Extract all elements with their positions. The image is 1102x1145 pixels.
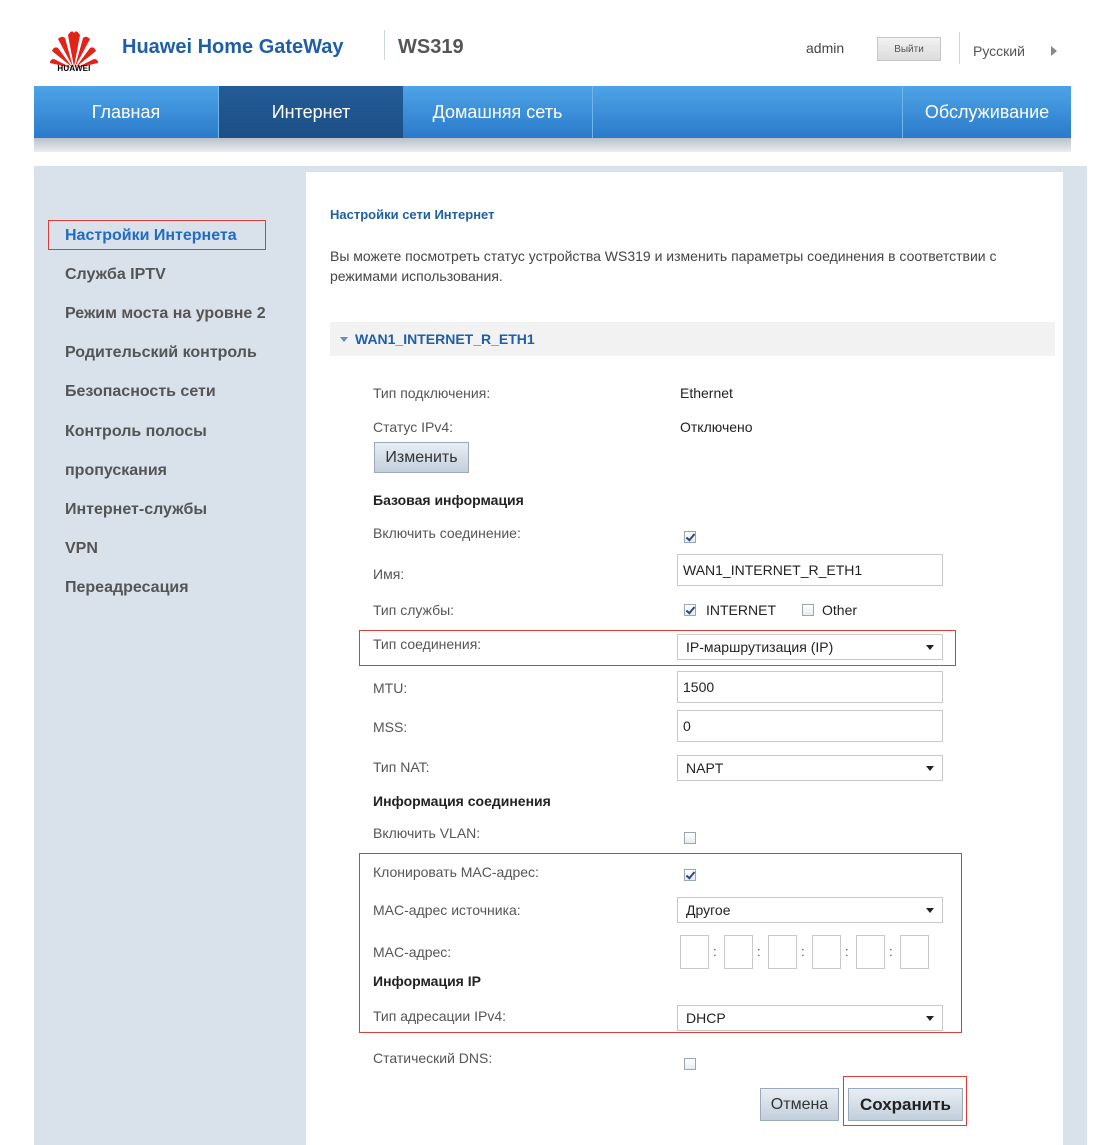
mac-address-label: MAC-адрес:	[373, 944, 452, 960]
mtu-label: MTU:	[373, 680, 408, 696]
static-dns-label: Статический DNS:	[373, 1050, 493, 1066]
mac-octet-input[interactable]	[856, 935, 885, 969]
nat-type-value: NAPT	[686, 760, 724, 776]
mac-separator: :	[713, 944, 717, 959]
sidebar-item-internet-services[interactable]: Интернет-службы	[65, 501, 207, 519]
sidebar-item-network-security[interactable]: Безопасность сети	[65, 383, 216, 401]
page-title: Настройки сети Интернет	[330, 207, 495, 222]
clone-mac-label: Клонировать MAC-адрес:	[373, 864, 539, 880]
nav-tab-home-network[interactable]: Домашняя сеть	[403, 86, 593, 138]
mac-separator: :	[801, 944, 805, 959]
logo-wordmark: HUAWEI	[57, 64, 91, 73]
language-selector[interactable]: Русский	[973, 43, 1025, 59]
sidebar-item-bandwidth-control-cont[interactable]: пропускания	[65, 462, 167, 480]
sidebar-item-bandwidth-control[interactable]: Контроль полосы	[65, 423, 207, 441]
chevron-down-icon	[926, 766, 934, 771]
mac-octet-input[interactable]	[812, 935, 841, 969]
chevron-right-icon[interactable]	[1051, 46, 1057, 56]
ipv4-addressing-select[interactable]: DHCP	[677, 1005, 943, 1031]
sidebar-item-port-forwarding[interactable]: Переадресация	[65, 579, 189, 597]
brand-title: Huawei Home GateWay	[122, 36, 344, 58]
enable-vlan-label: Включить VLAN:	[373, 825, 481, 841]
model-name: WS319	[398, 36, 464, 58]
enable-connection-checkbox[interactable]	[684, 531, 696, 543]
cancel-button[interactable]: Отмена	[760, 1088, 839, 1121]
sidebar-item-parental-control[interactable]: Родительский контроль	[65, 344, 257, 362]
nav-tab-home[interactable]: Главная	[34, 86, 219, 138]
sidebar-item-iptv[interactable]: Служба IPTV	[65, 266, 166, 284]
header-divider	[384, 30, 385, 60]
ipv4-status-value: Отключено	[680, 419, 753, 435]
mac-octet-input[interactable]	[900, 935, 929, 969]
mss-input[interactable]: 0	[677, 710, 943, 742]
basic-info-heading: Базовая информация	[373, 492, 524, 508]
service-internet-checkbox[interactable]	[684, 604, 696, 616]
mac-source-select[interactable]: Другое	[677, 897, 943, 923]
connection-type-value: Ethernet	[680, 385, 733, 401]
mac-separator: :	[889, 944, 893, 959]
ip-info-heading: Информация IP	[373, 973, 481, 989]
mac-octet-input[interactable]	[768, 935, 797, 969]
username: admin	[806, 40, 845, 56]
service-type-label: Тип службы:	[373, 602, 455, 618]
connection-info-heading: Информация соединения	[373, 793, 551, 809]
nat-type-label: Тип NAT:	[373, 759, 430, 775]
service-other-checkbox[interactable]	[802, 604, 814, 616]
mac-separator: :	[845, 944, 849, 959]
name-input[interactable]: WAN1_INTERNET_R_ETH1	[677, 554, 943, 586]
mac-source-label: MAC-адрес источника:	[373, 902, 521, 918]
chevron-down-icon	[926, 1016, 934, 1021]
sidebar-item-bridge-mode[interactable]: Режим моста на уровне 2	[65, 305, 266, 323]
mac-source-value: Другое	[686, 902, 731, 918]
ipv4-addressing-value: DHCP	[686, 1010, 726, 1026]
ipv4-addressing-label: Тип адресации IPv4:	[373, 1008, 506, 1024]
main-nav: Главная Интернет Домашняя сеть Обслужива…	[34, 86, 1071, 138]
wan-connection-name[interactable]: WAN1_INTERNET_R_ETH1	[355, 331, 535, 347]
enable-connection-label: Включить соединение:	[373, 525, 521, 541]
highlight-frame	[48, 220, 266, 250]
name-label: Имя:	[373, 566, 405, 582]
content-frame	[1063, 166, 1087, 1145]
ipv4-status-label: Статус IPv4:	[373, 419, 454, 435]
mss-label: MSS:	[373, 719, 408, 735]
sidebar-item-vpn[interactable]: VPN	[65, 540, 98, 558]
mac-octet-input[interactable]	[680, 935, 709, 969]
chevron-down-icon	[926, 908, 934, 913]
static-dns-checkbox[interactable]	[684, 1058, 696, 1070]
mac-separator: :	[757, 944, 761, 959]
service-other-label: Other	[822, 602, 858, 618]
nat-type-select[interactable]: NAPT	[677, 755, 943, 781]
enable-vlan-checkbox[interactable]	[684, 832, 696, 844]
page-description: Вы можете посмотреть статус устройства W…	[330, 248, 997, 284]
nav-shadow	[34, 138, 1071, 152]
chevron-down-icon[interactable]	[340, 337, 348, 342]
mtu-input[interactable]: 1500	[677, 671, 943, 703]
service-internet-label: INTERNET	[706, 602, 776, 618]
mac-octet-input[interactable]	[724, 935, 753, 969]
nav-tab-internet[interactable]: Интернет	[219, 86, 403, 138]
header-divider	[959, 32, 960, 64]
nav-tab-maintenance[interactable]: Обслуживание	[902, 86, 1071, 138]
change-button[interactable]: Изменить	[374, 442, 469, 473]
highlight-frame	[359, 630, 956, 666]
logout-button[interactable]: Выйти	[877, 37, 941, 61]
connection-type-label: Тип подключения:	[373, 385, 491, 401]
highlight-frame	[843, 1076, 967, 1126]
clone-mac-checkbox[interactable]	[684, 869, 696, 881]
